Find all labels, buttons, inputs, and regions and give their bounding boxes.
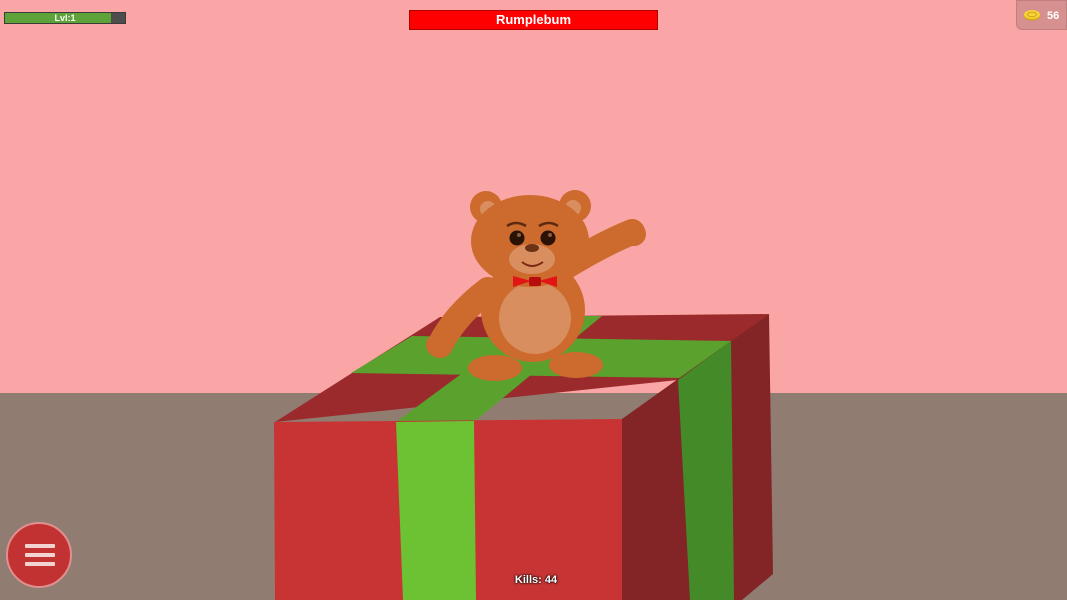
kills-counter: Kills: 44 — [514, 574, 558, 586]
coin-count: 56 — [1047, 10, 1060, 22]
bear-left-eye — [509, 230, 525, 246]
bear-belly — [499, 282, 571, 354]
bear-left-paw — [426, 333, 450, 357]
bear-right-eye-shine — [548, 233, 552, 237]
xp-bar: Lvl:1 — [4, 12, 126, 24]
bear-right-foot — [549, 352, 603, 378]
bear-left-foot — [468, 355, 522, 381]
bear-left-eye-shine — [517, 233, 521, 237]
boss-health-bar: Rumplebum — [409, 10, 658, 30]
coin-counter: 56 — [1016, 0, 1067, 30]
game-scene — [0, 0, 1067, 600]
hamburger-menu-icon — [25, 544, 55, 568]
bear-right-paw — [622, 222, 646, 246]
menu-button[interactable] — [6, 522, 72, 588]
bear-bowtie-knot — [529, 277, 541, 286]
gift-ribbon-front — [396, 421, 476, 600]
boss-name: Rumplebum — [495, 12, 572, 27]
bear-right-eye — [540, 230, 556, 246]
level-label: Lvl:1 — [54, 13, 76, 23]
bear-nose — [525, 244, 539, 252]
coin-icon — [1024, 10, 1040, 21]
